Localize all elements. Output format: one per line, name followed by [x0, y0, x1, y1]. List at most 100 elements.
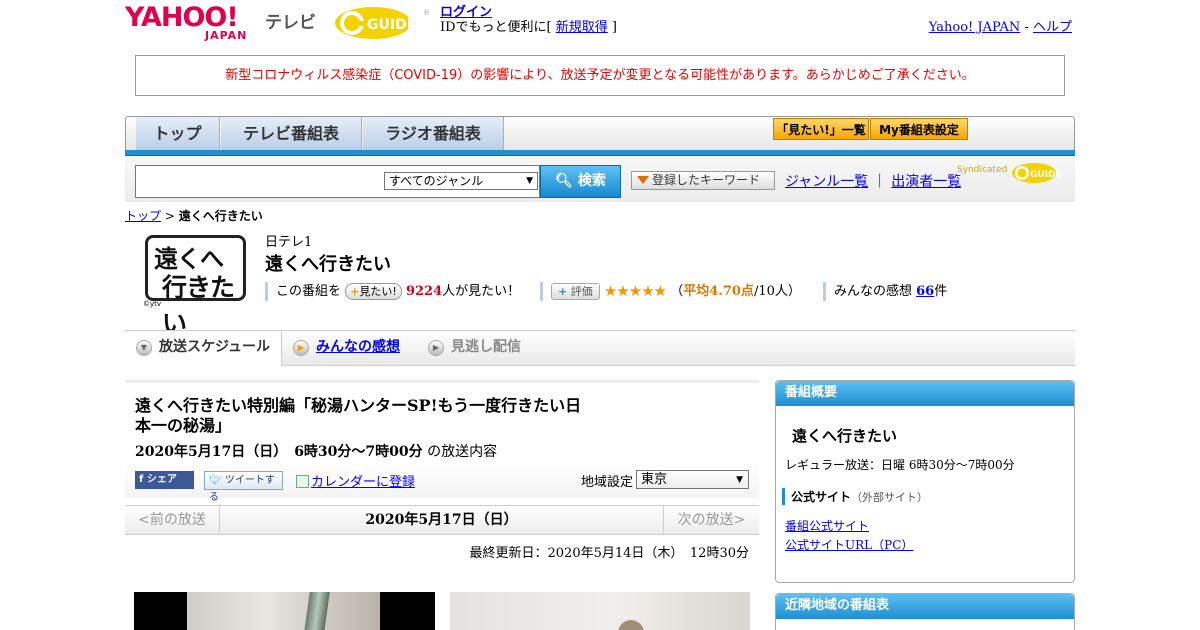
program-overview-box: 番組概要 遠くへ行きたい レギュラー放送：日曜 6時30分～7時00分 公式サイ…	[775, 380, 1075, 583]
external-site-note: （外部サイト）	[851, 491, 929, 504]
tab-impressions[interactable]: ▶ みんなの感想	[282, 331, 412, 366]
japan-logo-text: JAPAN	[205, 29, 248, 42]
calendar-register-link[interactable]: カレンダーに登録	[311, 475, 415, 490]
header-link-sep: -	[1020, 20, 1033, 35]
svg-text:GUIDE: GUIDE	[1030, 170, 1062, 180]
episode-date: 2020年5月17日（日） 6時30分～7時00分 の放送内容	[135, 441, 497, 461]
saved-keywords-button[interactable]: 登録したキーワード	[631, 171, 775, 190]
svg-text:®: ®	[423, 9, 430, 17]
facebook-icon: f	[139, 474, 144, 485]
breadcrumb: トップ > 遠くへ行きたい	[125, 207, 263, 224]
overview-header: 番組概要	[776, 381, 1074, 406]
official-site-pc-link[interactable]: 公式サイトURL（PC）	[785, 536, 913, 553]
prev-broadcast[interactable]: <前の放送	[125, 506, 220, 535]
episode-date-time: 2020年5月17日（日） 6時30分～7時00分	[135, 444, 423, 460]
photo-2-figure	[618, 620, 644, 630]
nearby-guide-header: 近隣地域の番組表	[776, 594, 1074, 619]
impressions-count-link[interactable]: 66	[916, 284, 934, 299]
breadcrumb-top-link[interactable]: トップ	[125, 209, 161, 223]
yahoo-japan-logo[interactable]: YAHOO! JAPAN	[125, 2, 246, 43]
signup-link[interactable]: 新規取得	[556, 20, 608, 35]
avg-score: 平均4.70点	[683, 284, 754, 299]
want-button-label: 見たい!	[359, 285, 397, 298]
tab-vod-label: 見逃し配信	[451, 339, 521, 355]
breadcrumb-sep: >	[161, 209, 179, 223]
cast-list-link[interactable]: 出演者一覧	[891, 174, 961, 190]
episode-date-suffix: の放送内容	[427, 444, 498, 460]
nav-divider	[125, 150, 1075, 156]
nav-tab-tv-guide[interactable]: テレビ番組表	[221, 117, 362, 152]
tab-schedule-label: 放送スケジュール	[159, 339, 271, 355]
covid-notice: 新型コロナウィルス感染症（COVID-19）の影響により、放送予定が変更となる可…	[135, 55, 1065, 96]
facebook-share-button[interactable]: f シェア	[135, 471, 194, 489]
rating-stat: + 評価 ★★★★★ （平均4.70点/10人）	[540, 282, 801, 301]
current-broadcast-date: 2020年5月17日（日）	[365, 512, 518, 528]
triangle-down-icon	[637, 176, 649, 184]
search-button[interactable]: 🔍︎ 検索	[540, 165, 621, 198]
program-tabs: ▼ 放送スケジュール ▶ みんなの感想 ▶ 見逃し配信	[125, 330, 1075, 366]
gguide-logo-icon: GUIDE ®	[335, 7, 430, 39]
avg-open: （	[670, 284, 684, 299]
tab-schedule[interactable]: ▼ 放送スケジュール	[125, 331, 282, 366]
gguide-small-logo-icon: GUIDE	[1012, 163, 1062, 183]
svg-text:GUIDE: GUIDE	[367, 17, 416, 33]
genre-select-value: すべてのジャンル	[389, 174, 484, 188]
want-count: 9224	[405, 284, 443, 299]
search-link-divider: ｜	[872, 174, 887, 190]
yahoo-japan-link[interactable]: Yahoo! JAPAN	[929, 20, 1021, 35]
saved-keywords-label: 登録したキーワード	[652, 173, 761, 187]
my-guide-settings-button[interactable]: My番組表設定	[870, 118, 968, 140]
chevron-right-icon: ▶	[293, 340, 309, 356]
avg-voters: /10人）	[753, 284, 801, 299]
official-site-heading: 公式サイト（外部サイト）	[782, 488, 928, 505]
header-links: Yahoo! JAPAN - ヘルプ	[929, 16, 1072, 35]
login-link[interactable]: ログイン	[440, 5, 492, 20]
search-icon: 🔍︎	[555, 173, 573, 189]
impressions-stat: みんなの感想 66件	[823, 282, 947, 301]
chevron-down-icon: ▼	[736, 475, 743, 485]
episode-box: 遠くへ行きたい特別編「秘湯ハンターSP!もう一度行きたい日本一の秘湯」 2020…	[125, 380, 759, 503]
plus-icon: +	[558, 285, 568, 298]
region-select[interactable]: 東京 ▼	[636, 470, 749, 489]
yahoo-logo-text: YAHOO!	[125, 2, 239, 33]
search-button-label: 検索	[577, 173, 606, 189]
next-broadcast[interactable]: 次の放送>	[663, 506, 759, 535]
nav-tab-radio-guide[interactable]: ラジオ番組表	[363, 117, 504, 152]
help-link[interactable]: ヘルプ	[1033, 20, 1072, 35]
copyright: ©ytv	[143, 300, 162, 308]
rate-button[interactable]: + 評価	[551, 283, 600, 300]
want-prefix: この番組を	[276, 284, 342, 299]
episode-photo-2	[450, 592, 750, 630]
syndicated-label: Syndicated	[957, 165, 1008, 175]
chevron-down-icon: ▼	[526, 176, 533, 186]
want-suffix: 人が見たい！	[442, 284, 521, 299]
want-list-button[interactable]: 「見たい!」一覧	[773, 118, 869, 140]
main-content: 遠くへ行きたい特別編「秘湯ハンターSP!もう一度行きたい日本一の秘湯」 2020…	[125, 380, 759, 630]
tweet-button[interactable]: 🐦︎ ツイートする	[204, 471, 283, 503]
broadcast-day-nav: <前の放送 2020年5月17日（日） 次の放送>	[125, 505, 759, 535]
episode-title: 遠くへ行きたい特別編「秘湯ハンターSP!もう一度行きたい日本一の秘湯」	[135, 396, 582, 435]
official-site-link[interactable]: 番組公式サイト	[785, 517, 869, 534]
breadcrumb-current: 遠くへ行きたい	[178, 209, 263, 223]
photo-1-scene	[187, 592, 380, 630]
official-site-label: 公式サイト	[791, 490, 852, 504]
want-stat: この番組を +見たい! 9224人が見たい！	[265, 282, 520, 301]
login-box: ログイン IDでもっと便利に[ 新規取得 ]	[440, 5, 617, 35]
want-button[interactable]: +見たい!	[345, 283, 402, 300]
genre-select[interactable]: すべてのジャンル ▼	[384, 172, 538, 190]
calendar-register: カレンダーに登録	[296, 471, 415, 490]
nav-tab-top[interactable]: トップ	[136, 117, 220, 152]
tv-label: テレビ	[265, 13, 316, 33]
photo-1-pipe	[304, 592, 330, 630]
chevron-right-icon: ▶	[428, 340, 444, 356]
main-nav: トップ テレビ番組表 ラジオ番組表 「見たい!」一覧 My番組表設定	[125, 116, 1075, 152]
nearby-guide-box: 近隣地域の番組表	[775, 593, 1075, 630]
twitter-icon: 🐦︎	[209, 475, 222, 486]
plus-icon: +	[350, 285, 360, 298]
genre-list-link[interactable]: ジャンル一覧	[785, 174, 868, 190]
impressions-suffix: 件	[934, 284, 948, 299]
site-header: YAHOO! JAPAN テレビ GUIDE ® ログイン IDでもっと便利に[…	[125, 0, 1075, 50]
login-sub-text: IDでもっと便利に[	[440, 20, 556, 35]
login-sub-close: ]	[607, 20, 617, 35]
regular-broadcast: レギュラー放送：日曜 6時30分～7時00分	[785, 458, 1015, 472]
